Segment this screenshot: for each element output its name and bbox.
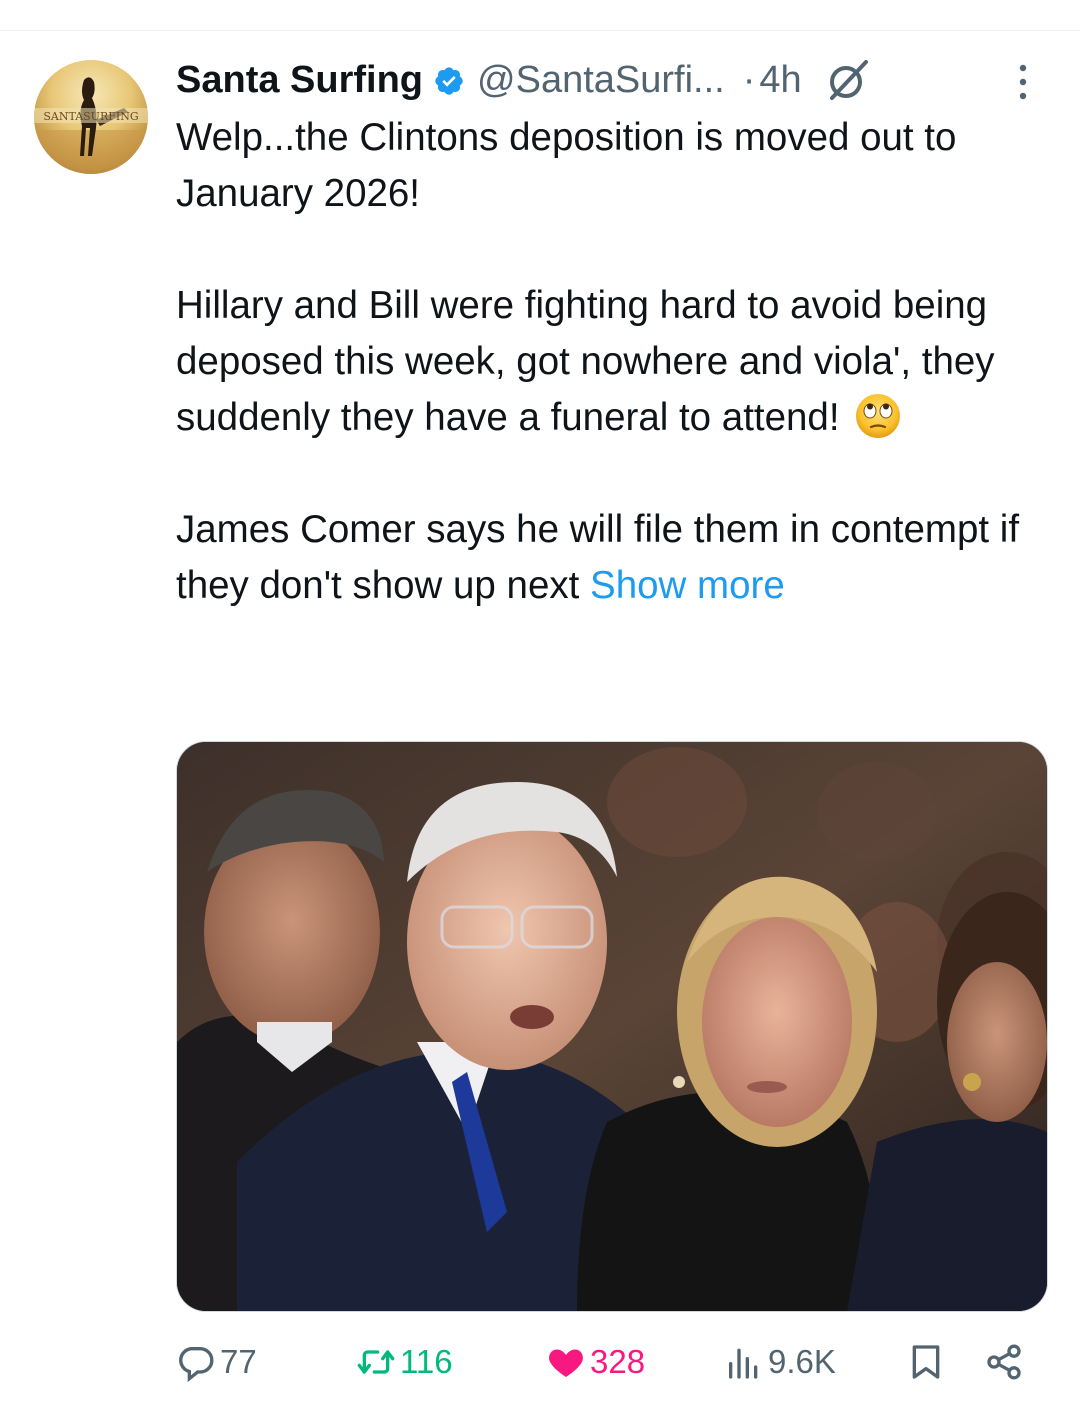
top-divider (0, 30, 1080, 31)
post-image[interactable] (176, 741, 1048, 1312)
post-paragraph-2: Hillary and Bill were fighting hard to a… (176, 278, 1036, 446)
more-options-icon[interactable] (1008, 62, 1038, 102)
share-button[interactable] (984, 1334, 1024, 1390)
like-button[interactable]: 328 (546, 1334, 645, 1390)
post-paragraph-1: Welp...the Clintons deposition is moved … (176, 116, 957, 215)
post-paragraph-3: James Comer says he will file them in co… (176, 502, 1036, 614)
reply-icon (176, 1342, 216, 1382)
show-more-link[interactable]: Show more (590, 564, 785, 607)
views-button[interactable]: 9.6K (724, 1334, 836, 1390)
author-handle[interactable]: @SantaSurfi... (477, 59, 725, 102)
post-header: Santa Surfing @SantaSurfi... · 4h (176, 54, 872, 106)
grok-icon[interactable] (824, 56, 872, 104)
views-chart-icon (724, 1342, 764, 1382)
author-avatar[interactable]: SANTASURFING (34, 60, 148, 174)
views-count: 9.6K (768, 1343, 836, 1380)
retweet-count: 116 (400, 1343, 453, 1380)
separator-dot: · (742, 58, 756, 101)
retweet-button[interactable]: 116 (356, 1334, 453, 1390)
post-text: Welp...the Clintons deposition is moved … (176, 110, 1036, 614)
bookmark-icon (906, 1342, 946, 1382)
retweet-icon (356, 1342, 396, 1382)
post-timestamp[interactable]: 4h (759, 59, 801, 102)
verified-badge-icon (433, 64, 465, 96)
author-display-name[interactable]: Santa Surfing (176, 59, 423, 102)
like-count: 328 (590, 1343, 646, 1380)
share-icon (984, 1342, 1024, 1382)
reply-count: 77 (220, 1343, 257, 1380)
action-bar: 77 116 328 9.6K (176, 1334, 1036, 1390)
heart-filled-icon (546, 1342, 586, 1382)
reply-button[interactable]: 77 (176, 1334, 257, 1390)
bookmark-button[interactable] (906, 1334, 946, 1390)
avatar-logo-text: SANTASURFING (43, 110, 138, 123)
face-with-rolling-eyes-emoji (854, 392, 902, 440)
